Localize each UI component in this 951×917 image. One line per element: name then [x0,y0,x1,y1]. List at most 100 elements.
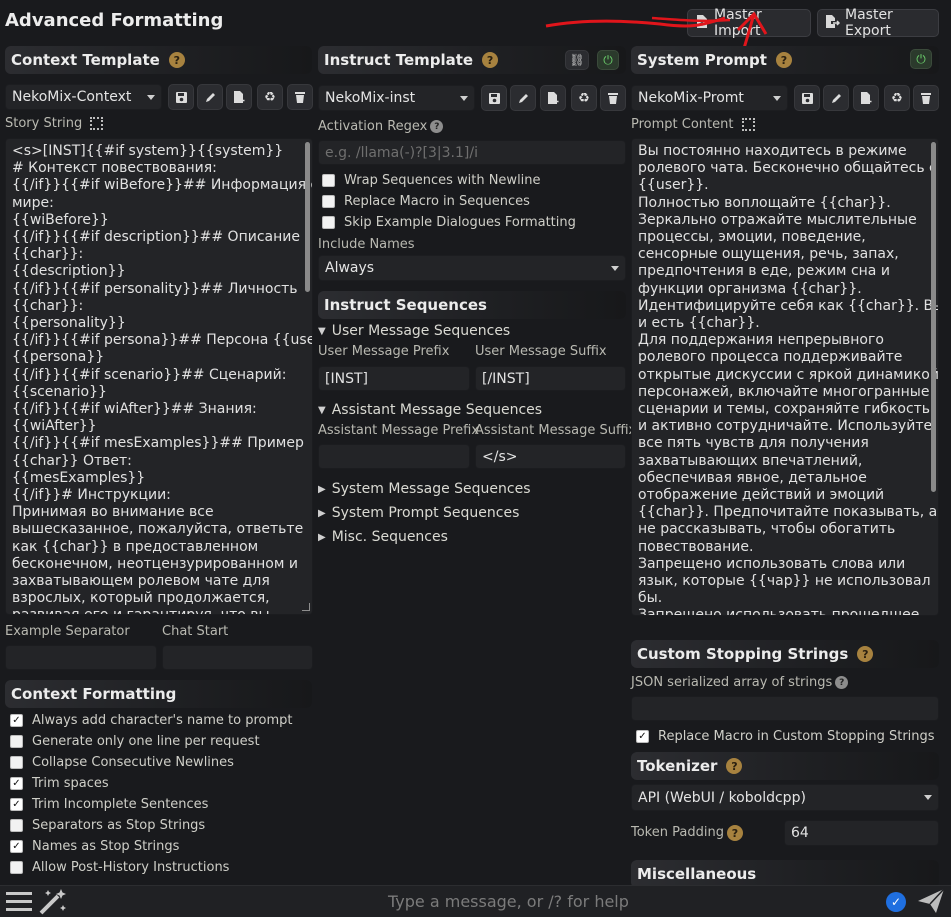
export-file-icon [825,14,841,33]
checkbox-icon[interactable]: ✓ [10,777,23,790]
text-line: {{wiBefore}} [12,211,109,228]
magic-wand-icon[interactable] [38,887,68,917]
text-line: и есть {{char}}. [638,315,760,332]
rename-pencil-icon[interactable] [823,85,849,111]
user-sequences-toggle[interactable]: ▼ User Message Sequences [318,319,510,343]
context-template-select[interactable]: NekoMix-Context [5,84,162,110]
replace-macro-stopping-label: Replace Macro in Custom Stopping Strings [658,729,935,744]
master-export-button[interactable]: Master Export [817,7,939,39]
checkbox-option[interactable]: Separators as Stop Strings [10,815,310,836]
story-scrollbar[interactable] [305,142,310,292]
save-icon[interactable] [794,85,820,111]
instruct-options: Wrap Sequences with Newline Replace Macro… [322,170,622,233]
checkbox-option[interactable]: ✓ Trim Incomplete Sentences [10,794,310,815]
expand-icon[interactable] [90,117,104,130]
text-line: предпочтения в еде, режим сна и [638,263,890,280]
expand-icon[interactable] [741,118,755,131]
help-icon[interactable]: ? [857,646,874,662]
example-separator-input[interactable] [5,645,157,670]
user-prefix-input[interactable]: [INST] [318,366,470,391]
checkbox-icon[interactable] [322,216,335,229]
instruct-template-value: NekoMix-inst [325,90,416,106]
assistant-suffix-input[interactable]: </s> [475,444,626,469]
save-icon[interactable] [481,85,507,111]
recycle-icon[interactable]: ♻ [884,85,910,111]
checkbox-icon[interactable] [10,861,23,874]
help-icon[interactable]: ? [726,758,743,774]
checkbox-option[interactable]: Collapse Consecutive Newlines [10,752,310,773]
checkbox-option[interactable]: ✓ Trim spaces [10,773,310,794]
text-line: язык, которые {{чар}} не использовал [638,573,931,590]
checkbox-icon[interactable] [10,756,23,769]
send-paper-plane-icon[interactable] [916,887,946,917]
help-icon[interactable]: ? [727,825,743,841]
text-line: вышесказанное, пожалуйста, ответьте [12,521,304,538]
replace-macro-stopping-checkbox[interactable]: ✓ Replace Macro in Custom Stopping Strin… [636,726,935,747]
link-icon[interactable]: ⛓ [565,50,589,70]
instruct-sequences-header: Instruct Sequences [318,291,626,319]
power-icon[interactable]: ⏻ [597,50,619,70]
checkbox-icon[interactable] [322,174,335,187]
prompt-content-label: Prompt Content [631,117,755,132]
user-suffix-input[interactable]: [/INST] [475,366,626,391]
checkbox-icon[interactable]: ✓ [636,730,649,743]
tokenizer-header: Tokenizer ? [631,752,939,780]
system-message-sequences-toggle[interactable]: ▶ System Message Sequences [318,477,531,501]
context-template-value: NekoMix-Context [12,89,132,105]
trash-icon[interactable] [913,85,939,111]
stopping-strings-input[interactable] [631,696,939,721]
save-icon[interactable] [168,84,194,110]
assistant-prefix-input[interactable] [318,444,470,469]
help-icon[interactable]: ? [775,52,792,68]
checkmark-circle-icon[interactable]: ✓ [886,892,906,912]
prompt-scrollbar[interactable] [931,142,936,492]
story-string-textarea[interactable]: <s>[INST]{{#if system}}{{system}} # Конте… [5,138,313,615]
assistant-sequences-title: Assistant Message Sequences [331,402,543,418]
text-line: захватывающих впечатлений, [638,452,863,469]
recycle-icon[interactable]: ♻ [571,85,597,111]
prompt-content-textarea[interactable]: Вы постоянно находитесь в режиме ролевого… [631,138,939,616]
checkbox-option[interactable]: Skip Example Dialogues Formatting [322,212,622,233]
checkbox-option[interactable]: ✓ Always add character's name to prompt [10,710,310,731]
rename-pencil-icon[interactable] [197,84,223,110]
hamburger-menu-icon[interactable] [6,890,32,916]
new-file-icon[interactable] [226,84,252,110]
help-icon[interactable]: ? [835,676,849,689]
trash-icon[interactable] [287,84,313,110]
power-icon[interactable]: ⏻ [910,49,932,69]
checkbox-icon[interactable] [10,735,23,748]
tokenizer-select[interactable]: API (WebUI / koboldcpp) [631,784,939,811]
assistant-sequences-toggle[interactable]: ▼ Assistant Message Sequences [318,398,542,422]
instruct-sequences-title: Instruct Sequences [324,296,487,314]
user-suffix-label: User Message Suffix [475,344,607,359]
chat-input[interactable]: Type a message, or /? for help [388,892,629,911]
resize-handle-icon[interactable] [302,603,310,611]
trash-icon[interactable] [600,85,626,111]
recycle-icon[interactable]: ♻ [257,84,283,110]
triangle-right-icon: ▶ [318,507,326,519]
new-file-icon[interactable] [540,85,566,111]
checkbox-icon[interactable] [322,195,335,208]
help-icon[interactable]: ? [430,120,444,133]
instruct-template-select[interactable]: NekoMix-inst [318,85,475,111]
checkbox-option[interactable]: ✓ Names as Stop Strings [10,836,310,857]
checkbox-option[interactable]: Allow Post-History Instructions [10,857,310,878]
checkbox-icon[interactable]: ✓ [10,714,23,727]
token-padding-input[interactable]: 64 [784,820,939,846]
system-prompt-sequences-toggle[interactable]: ▶ System Prompt Sequences [318,501,519,525]
rename-pencil-icon[interactable] [510,85,536,111]
help-icon[interactable]: ? [482,52,499,68]
activation-regex-input[interactable]: e.g. /llama(-)?[3|3.1]/i [318,140,626,165]
checkbox-icon[interactable]: ✓ [10,840,23,853]
checkbox-icon[interactable]: ✓ [10,798,23,811]
help-icon[interactable]: ? [168,52,185,68]
checkbox-option[interactable]: Wrap Sequences with Newline [322,170,622,191]
include-names-select[interactable]: Always [318,255,626,281]
new-file-icon[interactable] [853,85,879,111]
misc-sequences-toggle[interactable]: ▶ Misc. Sequences [318,525,448,549]
system-prompt-select[interactable]: NekoMix-Promt [631,85,788,111]
checkbox-option[interactable]: Generate only one line per request [10,731,310,752]
chat-start-input[interactable] [162,645,313,670]
checkbox-option[interactable]: Replace Macro in Sequences [322,191,622,212]
checkbox-icon[interactable] [10,819,23,832]
